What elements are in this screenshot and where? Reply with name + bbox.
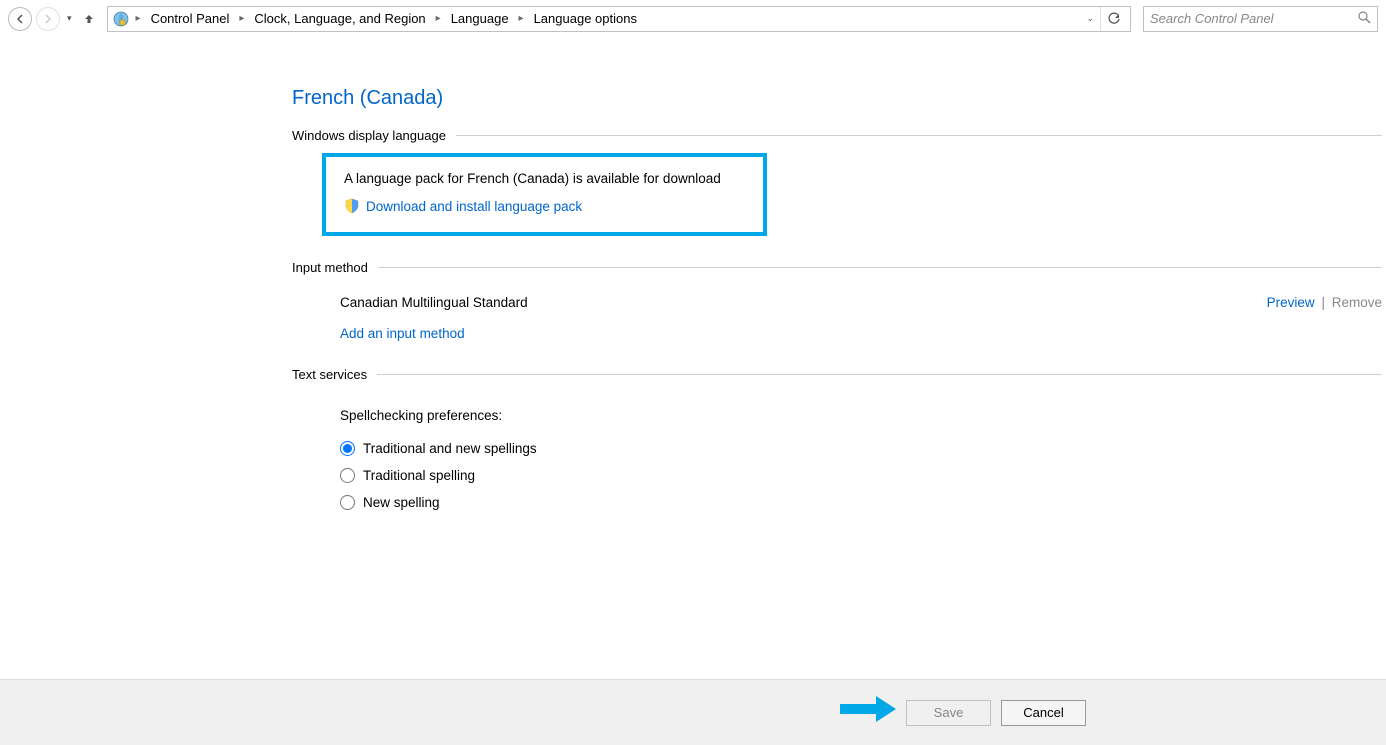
- section-header-input-method: Input method: [292, 260, 1382, 275]
- radio-input[interactable]: [340, 468, 355, 483]
- search-input[interactable]: [1150, 11, 1358, 26]
- language-pack-message: A language pack for French (Canada) is a…: [344, 171, 745, 186]
- section-header-text-services: Text services: [292, 367, 1382, 382]
- chevron-right-icon: ▸: [432, 13, 445, 24]
- save-button[interactable]: Save: [906, 700, 991, 726]
- radio-input[interactable]: [340, 495, 355, 510]
- chevron-right-icon: ▸: [235, 13, 248, 24]
- radio-option-new[interactable]: New spelling: [340, 489, 1382, 516]
- forward-button[interactable]: [36, 7, 60, 31]
- divider: [378, 267, 1382, 268]
- page-title: French (Canada): [292, 87, 1382, 110]
- footer-bar: Save Cancel: [0, 679, 1386, 745]
- language-pack-highlight: A language pack for French (Canada) is a…: [322, 153, 767, 236]
- radio-label: New spelling: [363, 495, 440, 510]
- navigation-toolbar: ▾ ▸ Control Panel ▸ Clock, Language, and…: [0, 0, 1386, 37]
- chevron-right-icon: ▸: [132, 13, 145, 24]
- cancel-button[interactable]: Cancel: [1001, 700, 1086, 726]
- section-label: Text services: [292, 367, 367, 382]
- preview-link[interactable]: Preview: [1267, 295, 1315, 310]
- section-label: Windows display language: [292, 128, 446, 143]
- radio-label: Traditional and new spellings: [363, 441, 537, 456]
- input-method-row: Canadian Multilingual Standard Preview |…: [292, 285, 1382, 320]
- separator: |: [1318, 295, 1328, 310]
- divider: [377, 374, 1382, 375]
- breadcrumb-item[interactable]: Clock, Language, and Region: [250, 9, 429, 28]
- search-box[interactable]: [1143, 6, 1378, 32]
- breadcrumb-item[interactable]: Language: [447, 9, 513, 28]
- history-dropdown-icon[interactable]: ▾: [64, 13, 75, 24]
- control-panel-icon: [112, 10, 130, 28]
- breadcrumb: ▸ Control Panel ▸ Clock, Language, and R…: [132, 9, 1081, 28]
- input-method-name: Canadian Multilingual Standard: [340, 295, 528, 310]
- address-bar[interactable]: ▸ Control Panel ▸ Clock, Language, and R…: [107, 6, 1131, 32]
- back-button[interactable]: [8, 7, 32, 31]
- breadcrumb-item[interactable]: Language options: [530, 9, 641, 28]
- radio-input[interactable]: [340, 441, 355, 456]
- divider: [456, 135, 1382, 136]
- radio-label: Traditional spelling: [363, 468, 475, 483]
- breadcrumb-item[interactable]: Control Panel: [147, 9, 234, 28]
- address-dropdown-icon[interactable]: ⌄: [1080, 13, 1100, 24]
- search-icon: [1358, 11, 1371, 27]
- download-language-pack-link[interactable]: Download and install language pack: [344, 198, 745, 214]
- content-area: French (Canada) Windows display language…: [292, 37, 1382, 516]
- radio-option-traditional[interactable]: Traditional spelling: [340, 462, 1382, 489]
- spellcheck-radio-group: Traditional and new spellings Traditiona…: [292, 435, 1382, 516]
- add-input-method-link[interactable]: Add an input method: [292, 320, 1382, 361]
- up-button[interactable]: [79, 9, 99, 29]
- input-method-actions: Preview | Remove: [1267, 295, 1382, 310]
- text-services-section: Text services Spellchecking preferences:…: [292, 367, 1382, 516]
- download-link-text: Download and install language pack: [366, 199, 582, 214]
- annotation-arrow-icon: [840, 694, 896, 727]
- shield-icon: [344, 198, 360, 214]
- section-label: Input method: [292, 260, 368, 275]
- section-header-display-language: Windows display language: [292, 128, 1382, 143]
- chevron-right-icon: ▸: [515, 13, 528, 24]
- refresh-button[interactable]: [1100, 7, 1126, 31]
- remove-link: Remove: [1332, 295, 1382, 310]
- radio-option-traditional-new[interactable]: Traditional and new spellings: [340, 435, 1382, 462]
- spellcheck-label: Spellchecking preferences:: [292, 392, 1382, 435]
